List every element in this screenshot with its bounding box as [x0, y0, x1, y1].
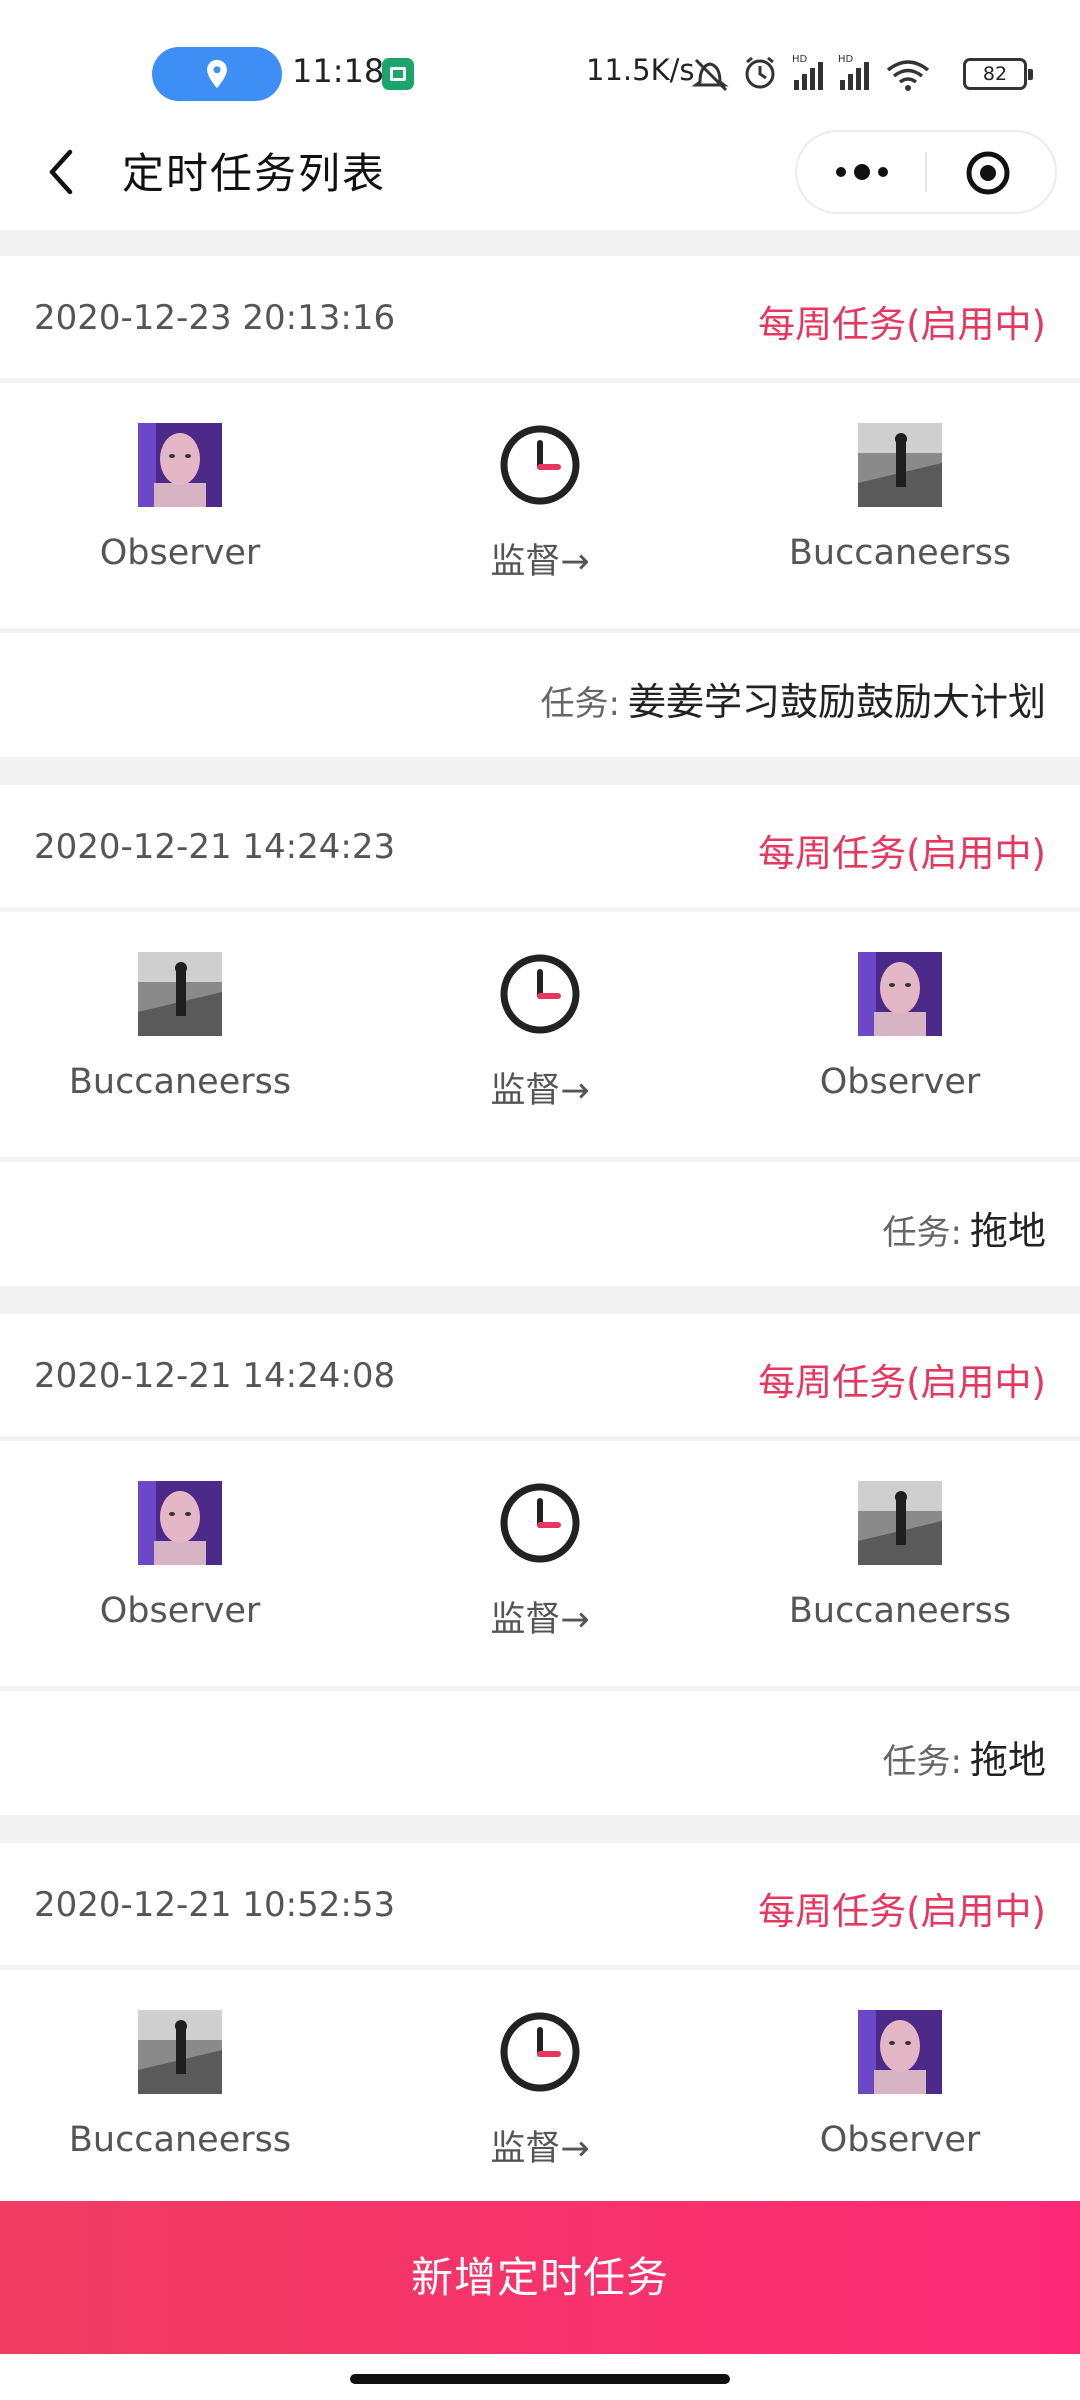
card-users: Observer 监督→ Buccaneerss: [0, 383, 1080, 628]
app-icon: [382, 58, 414, 90]
avatar: [138, 2010, 222, 2094]
task-card[interactable]: 2020-12-21 14:24:23 每周任务(启用中) Buccaneers…: [0, 785, 1080, 1286]
to-user[interactable]: Observer: [720, 1970, 1080, 2215]
svg-text:HD: HD: [838, 54, 854, 65]
relation: 监督→: [360, 1970, 720, 2215]
home-indicator[interactable]: [350, 2374, 730, 2384]
card-header: 2020-12-21 14:24:08 每周任务(启用中): [0, 1314, 1080, 1436]
avatar: [138, 1481, 222, 1565]
status-time: 11:18: [292, 52, 385, 90]
task-created-time: 2020-12-23 20:13:16: [34, 298, 396, 338]
task-label: 任务:: [882, 1742, 962, 1782]
from-user[interactable]: Observer: [0, 1441, 360, 1686]
to-user-name: Buccaneerss: [788, 1591, 1012, 1631]
task-list: 2020-12-23 20:13:16 每周任务(启用中) Observer 监…: [0, 256, 1080, 2243]
add-scheduled-task-button[interactable]: 新增定时任务: [0, 2201, 1080, 2354]
task-status-badge: 每周任务(启用中): [758, 303, 1046, 346]
relation-label: 监督→: [490, 1600, 590, 1640]
nav-bar: 定时任务列表: [0, 120, 1080, 230]
battery-level: 82: [982, 63, 1008, 85]
task-status-badge: 每周任务(启用中): [758, 832, 1046, 875]
from-user-name: Observer: [99, 533, 261, 573]
task-card[interactable]: 2020-12-21 14:24:08 每周任务(启用中) Observer 监…: [0, 1314, 1080, 1815]
clock-icon: [500, 954, 580, 1034]
avatar: [138, 423, 222, 507]
svg-text:HD: HD: [792, 54, 808, 65]
to-user-name: Observer: [819, 1062, 981, 1102]
from-user[interactable]: Buccaneerss: [0, 912, 360, 1157]
relation: 监督→: [360, 912, 720, 1157]
signal-icon: HD: [838, 54, 869, 90]
location-icon: [207, 59, 227, 89]
relation-label: 监督→: [490, 2129, 590, 2169]
clock-icon: [500, 2012, 580, 2092]
status-bar: 11:18 11.5K/s HD HD 82: [0, 0, 1080, 120]
task-name: 拖地: [969, 1209, 1046, 1253]
from-user[interactable]: Observer: [0, 383, 360, 628]
avatar: [858, 1481, 942, 1565]
card-users: Observer 监督→ Buccaneerss: [0, 1441, 1080, 1686]
battery-icon: 82: [963, 58, 1033, 90]
card-task: 任务: 姜姜学习鼓励鼓励大计划: [0, 633, 1080, 757]
task-name: 拖地: [969, 1738, 1046, 1782]
to-user[interactable]: Buccaneerss: [720, 1441, 1080, 1686]
mute-icon: [692, 58, 729, 92]
relation-label: 监督→: [490, 542, 590, 582]
more-icon[interactable]: [827, 154, 897, 190]
to-user-name: Buccaneerss: [788, 533, 1012, 573]
signal-icon: HD: [792, 54, 823, 90]
task-status-badge: 每周任务(启用中): [758, 1361, 1046, 1404]
to-user-name: Observer: [819, 2120, 981, 2160]
capsule-divider: [925, 152, 927, 192]
task-description: 任务: 姜姜学习鼓励鼓励大计划: [541, 671, 1046, 726]
avatar: [138, 952, 222, 1036]
wifi-icon: [886, 60, 930, 91]
alarm-icon: [745, 56, 775, 89]
card-task: 任务: 拖地: [0, 1162, 1080, 1286]
task-created-time: 2020-12-21 14:24:23: [34, 827, 396, 867]
net-speed: 11.5K/s: [586, 53, 695, 87]
to-user[interactable]: Buccaneerss: [720, 383, 1080, 628]
task-description: 任务: 拖地: [883, 1729, 1046, 1784]
clock-icon: [500, 1483, 580, 1563]
card-users: Buccaneerss 监督→ Observer: [0, 1970, 1080, 2215]
avatar: [858, 2010, 942, 2094]
relation: 监督→: [360, 1441, 720, 1686]
task-created-time: 2020-12-21 10:52:53: [34, 1885, 396, 1925]
avatar: [858, 423, 942, 507]
task-name: 姜姜学习鼓励鼓励大计划: [627, 680, 1046, 724]
task-card[interactable]: 2020-12-21 10:52:53 每周任务(启用中) Buccaneers…: [0, 1843, 1080, 2215]
task-label: 任务:: [882, 1213, 962, 1253]
relation: 监督→: [360, 383, 720, 628]
card-users: Buccaneerss 监督→ Observer: [0, 912, 1080, 1157]
from-user[interactable]: Buccaneerss: [0, 1970, 360, 2215]
to-user[interactable]: Observer: [720, 912, 1080, 1157]
mini-program-capsule: [797, 132, 1055, 212]
from-user-name: Buccaneerss: [68, 1062, 292, 1102]
location-pill[interactable]: [152, 47, 282, 101]
task-created-time: 2020-12-21 14:24:08: [34, 1356, 396, 1396]
from-user-name: Observer: [99, 1591, 261, 1631]
clock-icon: [500, 425, 580, 505]
back-icon[interactable]: [40, 144, 84, 200]
card-task: 任务: 拖地: [0, 1691, 1080, 1815]
from-user-name: Buccaneerss: [68, 2120, 292, 2160]
avatar: [858, 952, 942, 1036]
page-title: 定时任务列表: [122, 149, 387, 198]
relation-label: 监督→: [490, 1071, 590, 1111]
close-target-icon[interactable]: [965, 150, 1011, 196]
task-status-badge: 每周任务(启用中): [758, 1890, 1046, 1933]
card-header: 2020-12-21 10:52:53 每周任务(启用中): [0, 1843, 1080, 1965]
task-label: 任务:: [540, 684, 620, 724]
screen: 11:18 11.5K/s HD HD 82 定时任务列表 2020-12-23…: [0, 0, 1080, 2400]
status-icons: HD HD: [692, 54, 930, 92]
task-card[interactable]: 2020-12-23 20:13:16 每周任务(启用中) Observer 监…: [0, 256, 1080, 757]
card-header: 2020-12-23 20:13:16 每周任务(启用中): [0, 256, 1080, 378]
task-description: 任务: 拖地: [883, 1200, 1046, 1255]
card-header: 2020-12-21 14:24:23 每周任务(启用中): [0, 785, 1080, 907]
